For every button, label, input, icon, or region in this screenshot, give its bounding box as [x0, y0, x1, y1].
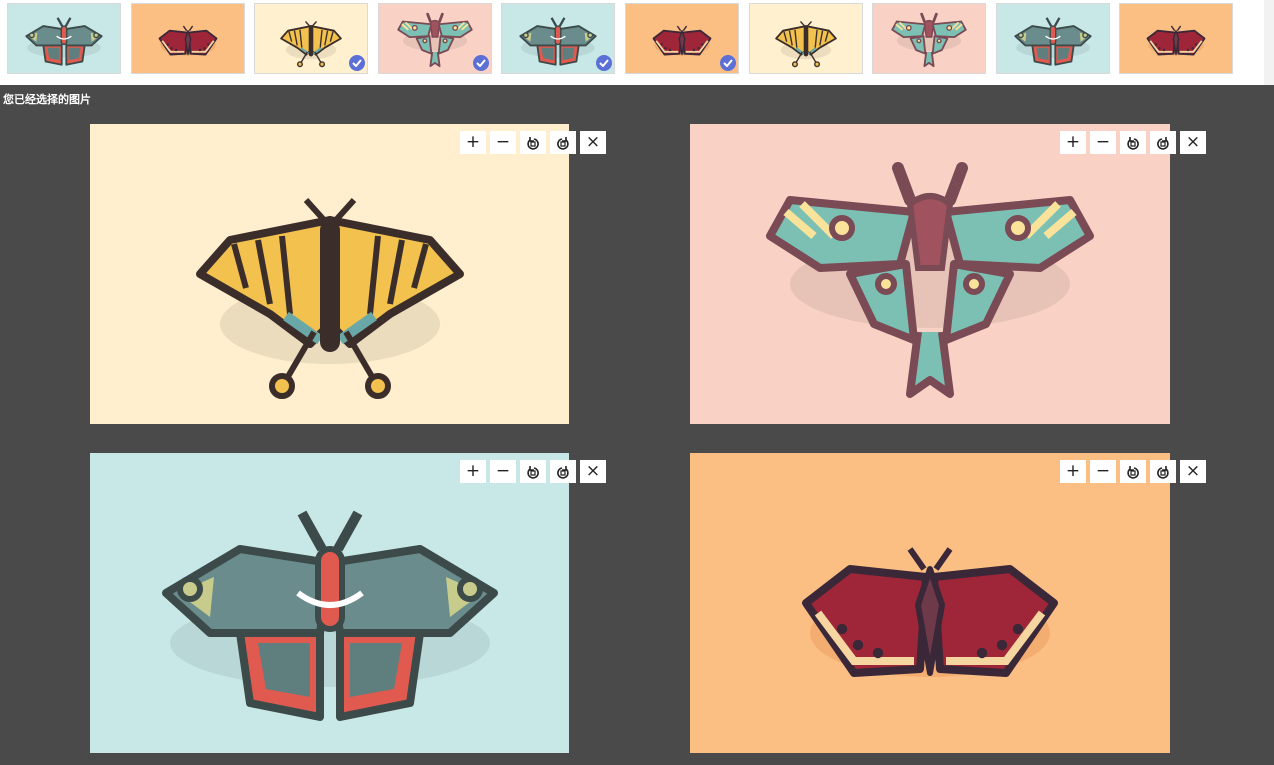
rotate-left-icon [1125, 464, 1141, 480]
thumbnail-luna-moth[interactable] [872, 3, 987, 74]
rotate-right-button[interactable] [1150, 131, 1176, 154]
close-button[interactable]: × [580, 460, 606, 483]
thumbnail-teal-moth[interactable] [995, 3, 1110, 74]
close-icon: × [1185, 132, 1201, 152]
close-icon: × [585, 132, 601, 152]
rotate-left-button[interactable] [1120, 131, 1146, 154]
section-title: 您已经选择的图片 [3, 94, 91, 106]
zoom-in-button[interactable]: + [1060, 131, 1086, 154]
selected-image-card: + − × [90, 124, 606, 424]
red-moth-image [652, 25, 712, 56]
rotate-right-button[interactable] [1150, 460, 1176, 483]
yellow-moth-image [774, 21, 837, 68]
image-toolbar: + − × [460, 131, 610, 154]
thumbnail-yellow-moth[interactable] [748, 3, 863, 74]
luna-moth-image [690, 124, 1170, 429]
rotate-left-icon [525, 464, 541, 480]
image-toolbar: + − × [1060, 460, 1210, 483]
teal-moth-image [519, 17, 598, 66]
teal-moth-image [90, 453, 570, 758]
zoom-in-button[interactable]: + [460, 460, 486, 483]
close-icon: × [1185, 461, 1201, 481]
zoom-in-button[interactable]: + [1060, 460, 1086, 483]
thumbnail-luna-moth[interactable] [377, 3, 492, 74]
check-icon [472, 55, 489, 71]
image-toolbar: + − × [1060, 131, 1210, 154]
close-button[interactable]: × [1180, 460, 1206, 483]
rotate-right-button[interactable] [550, 460, 576, 483]
rotate-right-icon [1155, 464, 1171, 480]
close-button[interactable]: × [580, 131, 606, 154]
rotate-right-icon [555, 464, 571, 480]
thumbnail-teal-moth[interactable] [501, 3, 616, 74]
zoom-in-button[interactable]: + [460, 131, 486, 154]
teal-moth-illustration [162, 510, 498, 721]
close-icon: × [585, 461, 601, 481]
rotate-right-icon [1155, 135, 1171, 151]
image-toolbar: + − × [460, 460, 610, 483]
zoom-out-button[interactable]: − [490, 131, 516, 154]
luna-moth-image [891, 12, 967, 68]
red-moth-image [158, 25, 218, 56]
check-icon [720, 55, 736, 71]
scrollbar-track[interactable] [1264, 0, 1274, 85]
check-icon [349, 55, 366, 71]
rotate-left-button[interactable] [520, 460, 546, 483]
thumbnail-teal-moth[interactable] [7, 3, 121, 74]
zoom-out-button[interactable]: − [1090, 131, 1116, 154]
selected-image-card: + − × [690, 124, 1206, 424]
thumbnail-red-moth[interactable] [130, 3, 245, 74]
rotate-right-icon [555, 135, 571, 151]
rotate-right-button[interactable] [550, 131, 576, 154]
rotate-left-icon [1125, 135, 1141, 151]
rotate-left-button[interactable] [1120, 460, 1146, 483]
red-moth-image [690, 453, 1170, 758]
zoom-out-button[interactable]: − [490, 460, 516, 483]
selected-image-card: + − × [90, 453, 606, 753]
selected-image-card: + − × [690, 453, 1206, 753]
luna-moth-illustration [766, 162, 1094, 398]
teal-moth-image [1014, 17, 1092, 66]
red-moth-illustration [802, 547, 1058, 677]
luna-moth-image [397, 12, 473, 68]
close-button[interactable]: × [1180, 131, 1206, 154]
teal-moth-image [25, 17, 103, 66]
check-icon [596, 55, 613, 71]
thumbnail-yellow-moth[interactable] [254, 3, 369, 74]
yellow-moth-image [90, 124, 570, 429]
yellow-moth-image [280, 21, 343, 68]
rotate-left-icon [525, 135, 541, 151]
zoom-out-button[interactable]: − [1090, 460, 1116, 483]
yellow-moth-illustration [196, 197, 464, 399]
thumbnail-red-moth[interactable] [1119, 3, 1234, 74]
red-moth-image [1146, 25, 1206, 56]
thumbnail-red-moth[interactable] [625, 3, 739, 74]
rotate-left-button[interactable] [520, 131, 546, 154]
